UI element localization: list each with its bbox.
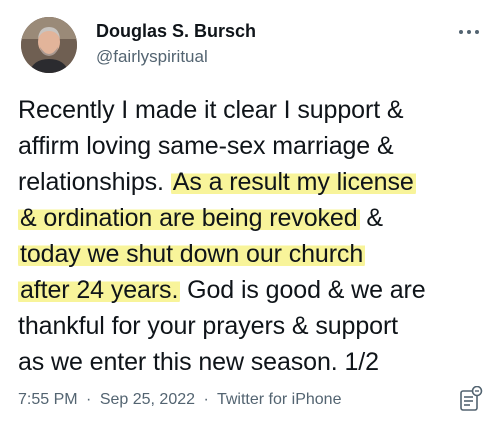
tweet-time[interactable]: 7:55 PM bbox=[18, 391, 78, 408]
tweet-line: & ordination are being revoked & bbox=[18, 200, 488, 236]
separator: · bbox=[203, 391, 209, 408]
highlighted-text: & ordination are being revoked bbox=[18, 204, 360, 232]
line-text: & bbox=[359, 204, 383, 232]
handle[interactable]: @fairlyspiritual bbox=[96, 45, 256, 69]
tweet-line: thankful for your prayers & support bbox=[18, 308, 488, 344]
separator: · bbox=[86, 391, 92, 408]
avatar-image bbox=[21, 17, 77, 73]
tweet-text: Recently I made it clear I support & aff… bbox=[18, 92, 488, 380]
tweet-line: after 24 years. God is good & we are bbox=[18, 272, 488, 308]
tweet-line: today we shut down our church bbox=[18, 236, 488, 272]
notes-icon-svg bbox=[460, 385, 483, 411]
tweet-line: Recently I made it clear I support & bbox=[18, 92, 488, 128]
highlighted-text: today we shut down our church bbox=[18, 240, 366, 268]
line-text: relationships. bbox=[18, 168, 171, 196]
tweet-line: affirm loving same-sex marriage & bbox=[18, 128, 488, 164]
more-dot bbox=[459, 30, 463, 34]
more-icon[interactable] bbox=[454, 20, 484, 44]
tweet-date[interactable]: Sep 25, 2022 bbox=[100, 391, 195, 408]
line-text: affirm loving same-sex marriage & bbox=[18, 132, 394, 160]
more-dot bbox=[475, 30, 479, 34]
avatar[interactable] bbox=[21, 17, 77, 73]
notes-icon[interactable] bbox=[459, 385, 483, 412]
line-text: Recently I made it clear I support & bbox=[18, 96, 404, 124]
highlighted-text: after 24 years. bbox=[18, 276, 181, 304]
line-text: thankful for your prayers & support bbox=[18, 312, 399, 340]
line-text: God is good & we are bbox=[180, 276, 426, 304]
tweet-line: as we enter this new season. 1/2 bbox=[18, 344, 488, 380]
line-text: as we enter this new season. 1/2 bbox=[18, 348, 379, 376]
display-name[interactable]: Douglas S. Bursch bbox=[96, 19, 256, 43]
highlighted-text: As a result my license bbox=[170, 168, 416, 196]
tweet-meta: 7:55 PM · Sep 25, 2022 · Twitter for iPh… bbox=[18, 389, 341, 411]
tweet-line: relationships. As a result my license bbox=[18, 164, 488, 200]
more-dot bbox=[467, 30, 471, 34]
tweet-source[interactable]: Twitter for iPhone bbox=[217, 391, 342, 408]
author-info[interactable]: Douglas S. Bursch @fairlyspiritual bbox=[96, 19, 256, 69]
tweet: Douglas S. Bursch @fairlyspiritual Recen… bbox=[0, 0, 500, 426]
